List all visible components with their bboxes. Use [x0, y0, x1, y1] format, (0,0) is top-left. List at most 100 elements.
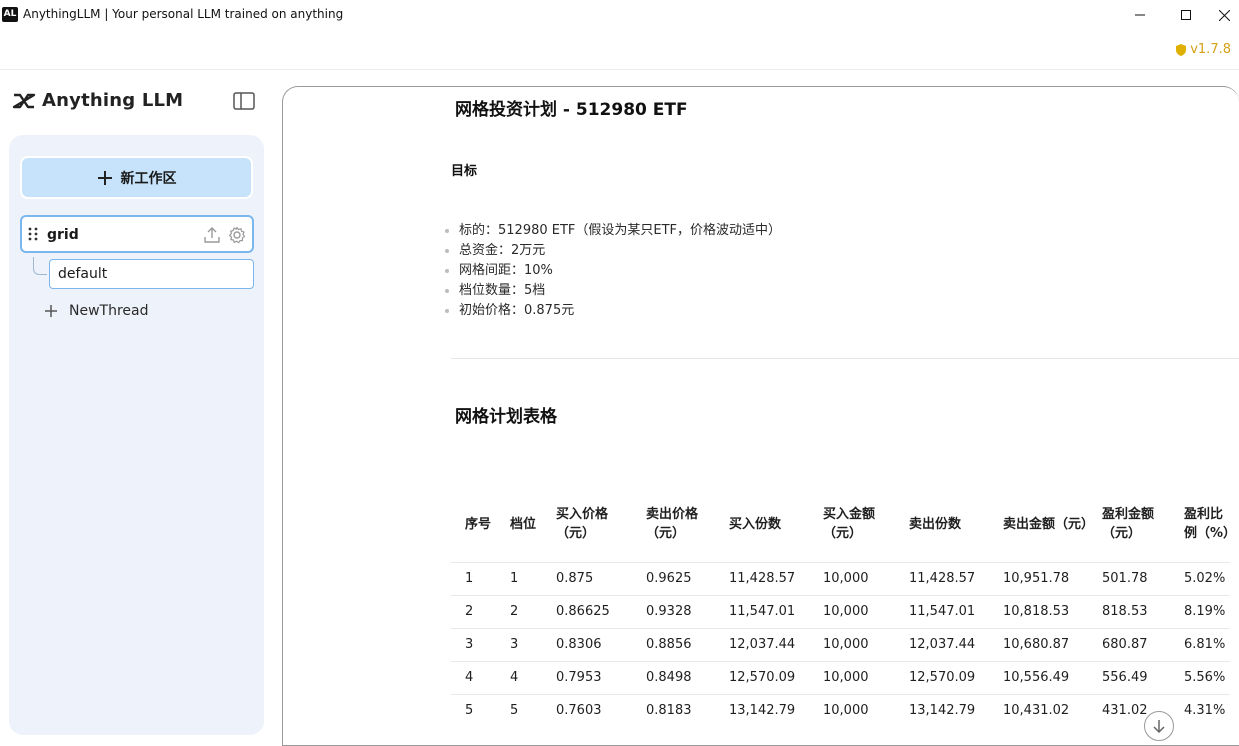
maximize-button[interactable] [1163, 0, 1209, 30]
plus-icon [45, 305, 57, 317]
goal-heading: 目标 [451, 164, 478, 179]
sidebar-toggle-icon [233, 92, 255, 110]
table-cell: 0.9625 [632, 561, 715, 595]
column-header: 盈利金额（元） [1102, 507, 1155, 542]
workspace-item-grid[interactable]: grid [20, 215, 254, 253]
scroll-to-bottom-button[interactable] [1144, 711, 1174, 741]
message-title: 网格投资计划 - 512980 ETF [455, 100, 688, 120]
table-cell: 11,547.01 [715, 594, 809, 628]
table-cell: 3 [496, 627, 542, 661]
table-cell: 8.19% [1170, 594, 1230, 628]
new-thread-label: NewThread [69, 303, 149, 319]
table-cell: 0.875 [542, 561, 632, 595]
table-cell: 1 [451, 561, 496, 595]
column-header: 档位 [510, 516, 537, 532]
grid-plan-table: 序号 档位 买入价格（元） 卖出价格（元） 买入份数 买入金额（元） 卖出份数 … [451, 487, 1237, 727]
column-header: 卖出份数 [909, 516, 962, 532]
table-cell: 11,428.57 [715, 561, 809, 595]
version-label: v1.7.8 [1190, 42, 1231, 57]
minimize-icon [1135, 14, 1145, 16]
arrow-down-icon [1153, 720, 1165, 733]
thread-item-default[interactable]: default [49, 259, 254, 289]
table-heading: 网格计划表格 [455, 407, 557, 427]
window-titlebar: AL AnythingLLM | Your personal LLM train… [0, 0, 1239, 30]
table-cell: 2 [496, 594, 542, 628]
table-cell: 3 [451, 627, 496, 661]
table-cell: 5 [496, 693, 542, 727]
divider [451, 358, 1239, 359]
column-header: 买入价格（元） [556, 507, 609, 542]
table-cell: 10,680.87 [989, 627, 1088, 661]
column-header: 盈利比例（%） [1184, 507, 1237, 542]
table-cell: 13,142.79 [895, 693, 989, 727]
table-cell: 0.8498 [632, 660, 715, 694]
sidebar: Anything LLM 新工作区 grid default NewThread [0, 70, 283, 735]
table-cell: 5 [451, 693, 496, 727]
table-cell: 4.31% [1170, 693, 1230, 727]
table-cell: 10,000 [809, 627, 895, 661]
gear-icon[interactable] [228, 226, 246, 244]
table-cell: 12,037.44 [895, 627, 989, 661]
list-item: 总资金：2万元 [444, 241, 781, 261]
upload-icon[interactable] [203, 226, 221, 244]
table-cell: 10,000 [809, 693, 895, 727]
top-bar: v1.7.8 [0, 30, 1239, 70]
list-item: 标的：512980 ETF（假设为某只ETF，价格波动适中） [444, 221, 781, 241]
column-header: 买入份数 [729, 516, 782, 532]
table-row: 4 4 0.7953 0.8498 12,570.09 10,000 12,570.09 10… [451, 660, 1230, 694]
window-title: AnythingLLM | Your personal LLM trained … [23, 7, 344, 21]
table-cell: 4 [451, 660, 496, 694]
table-cell: 10,431.02 [989, 693, 1088, 727]
table-cell: 5.56% [1170, 660, 1230, 694]
table-cell: 10,000 [809, 660, 895, 694]
new-thread-button[interactable]: NewThread [45, 303, 149, 319]
brand-logo: Anything LLM [12, 90, 183, 111]
list-item: 网格间距：10% [444, 261, 781, 281]
table-cell: 12,570.09 [715, 660, 809, 694]
table-cell: 10,818.53 [989, 594, 1088, 628]
table-cell: 11,547.01 [895, 594, 989, 628]
table-cell: 0.8856 [632, 627, 715, 661]
shield-icon [1176, 43, 1187, 56]
close-button[interactable] [1209, 0, 1239, 30]
anythingllm-logo-icon [12, 93, 36, 108]
table-row: 3 3 0.8306 0.8856 12,037.44 10,000 12,037.44 10… [451, 627, 1230, 661]
table-cell: 12,037.44 [715, 627, 809, 661]
table-cell: 13,142.79 [715, 693, 809, 727]
new-workspace-button[interactable]: 新工作区 [20, 156, 253, 199]
table-cell: 5.02% [1170, 561, 1230, 595]
table-cell: 556.49 [1088, 660, 1170, 694]
table-cell: 10,000 [809, 561, 895, 595]
table-cell: 10,951.78 [989, 561, 1088, 595]
app-logo-icon: AL [2, 7, 18, 22]
list-item: 档位数量：5档 [444, 281, 781, 301]
chat-container: 网格投资计划 - 512980 ETF 目标 标的：512980 ETF（假设为… [282, 86, 1239, 746]
table-cell: 680.87 [1088, 627, 1170, 661]
table-row: 1 1 0.875 0.9625 11,428.57 10,000 11,428.57 10,… [451, 561, 1230, 595]
workspace-panel: 新工作区 grid default NewThread [9, 135, 264, 735]
table-row: 5 5 0.7603 0.8183 13,142.79 10,000 13,142.79 10… [451, 693, 1230, 727]
drag-handle-icon[interactable] [28, 227, 38, 241]
column-header: 买入金额（元） [823, 507, 876, 542]
table-cell: 10,000 [809, 594, 895, 628]
close-icon [1218, 9, 1230, 21]
column-header: 卖出价格（元） [646, 507, 699, 542]
new-workspace-label: 新工作区 [120, 170, 177, 187]
column-header: 卖出金额（元） [1003, 516, 1095, 532]
table-cell: 0.7603 [542, 693, 632, 727]
table-cell: 2 [451, 594, 496, 628]
brand-name: Anything LLM [42, 90, 184, 111]
table-cell: 11,428.57 [895, 561, 989, 595]
maximize-icon [1181, 10, 1191, 20]
table-cell: 6.81% [1170, 627, 1230, 661]
table-cell: 0.8183 [632, 693, 715, 727]
sidebar-toggle-button[interactable] [233, 92, 255, 110]
table-cell: 0.9328 [632, 594, 715, 628]
thread-connector [33, 257, 47, 275]
table-cell: 501.78 [1088, 561, 1170, 595]
version-badge[interactable]: v1.7.8 [1176, 42, 1231, 57]
table-cell: 4 [496, 660, 542, 694]
table-cell: 1 [496, 561, 542, 595]
minimize-button[interactable] [1117, 0, 1163, 30]
table-cell: 818.53 [1088, 594, 1170, 628]
